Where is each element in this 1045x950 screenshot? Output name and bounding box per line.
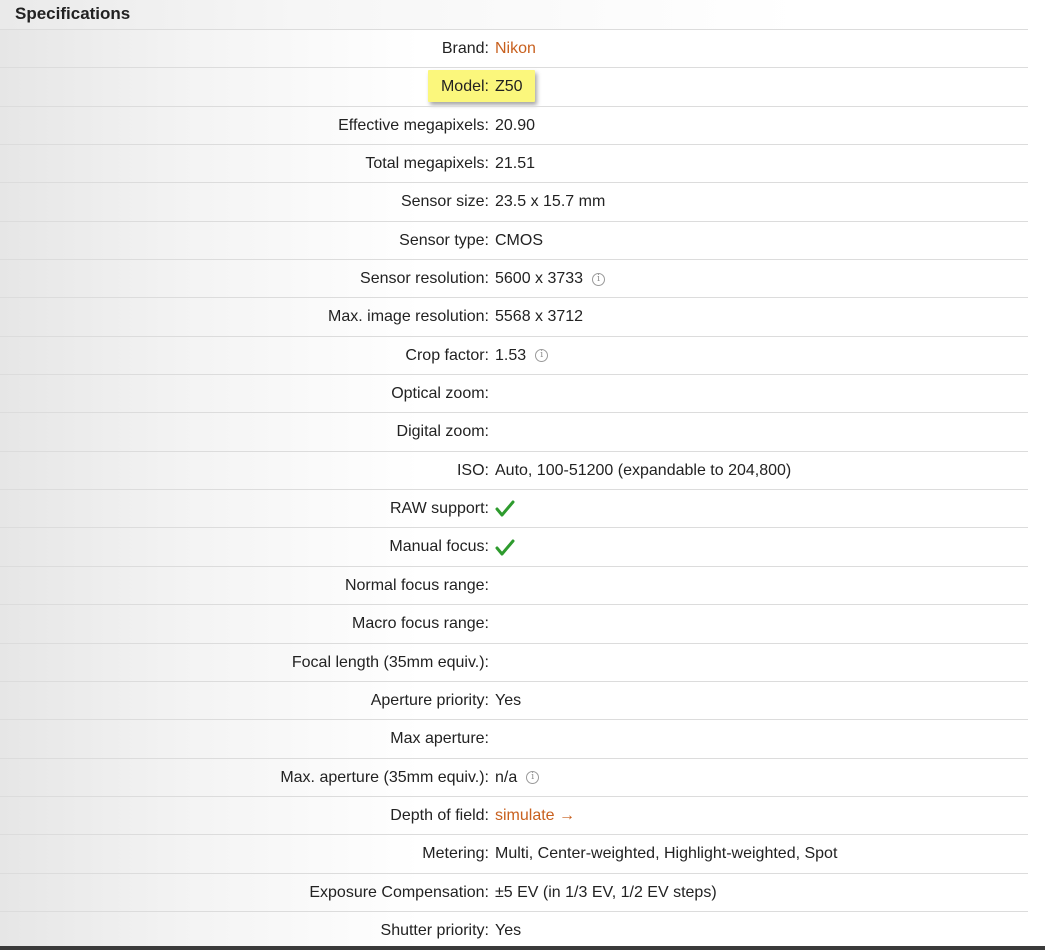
spec-row: Normal focus range: <box>0 567 1028 606</box>
info-icon[interactable]: i <box>526 771 540 785</box>
section-header: Specifications <box>0 0 1028 30</box>
spec-value-cell: n/a i <box>495 759 540 797</box>
spec-value: Yes <box>495 921 522 939</box>
spec-row: Aperture priority: Yes <box>0 682 1028 721</box>
spec-value: CMOS <box>495 231 543 249</box>
spec-label: Max. image resolution: <box>328 308 489 326</box>
spec-value-cell: 5600 x 3733 i <box>495 260 606 298</box>
spec-page: Specifications Brand: Nikon Model: Z50 Effec… <box>0 0 1045 950</box>
spec-label: Macro focus range: <box>352 615 489 633</box>
spec-table: Brand: Nikon Model: Z50 Effective megapixels… <box>0 30 1028 950</box>
spec-label: Aperture priority: <box>370 691 489 709</box>
spec-value: 5600 x 3733 <box>495 270 584 288</box>
spec-value-cell: 23.5 x 15.7 mm <box>495 183 605 221</box>
spec-value-cell: 21.51 <box>495 145 535 183</box>
info-icon[interactable]: i <box>535 349 549 363</box>
bottom-border <box>0 946 1045 950</box>
spec-value-cell <box>495 528 515 566</box>
spec-value: 20.90 <box>495 116 536 134</box>
spec-value-cell: Multi, Center-weighted, Highlight-weight… <box>495 835 837 873</box>
spec-value: 5568 x 3712 <box>495 308 584 326</box>
spec-label: Max. aperture (35mm equiv.): <box>280 768 489 786</box>
spec-row: Manual focus: <box>0 528 1028 567</box>
spec-value: ±5 EV (in 1/3 EV, 1/2 EV steps) <box>495 883 717 901</box>
section-title: Specifications <box>15 4 131 23</box>
spec-value: 1.53 <box>495 346 527 364</box>
spec-label: RAW support: <box>390 500 489 518</box>
spec-value-cell: 1.53 i <box>495 337 549 375</box>
spec-label: Sensor size: <box>400 193 489 211</box>
spec-value-cell <box>495 490 515 528</box>
spec-value: Yes <box>495 691 522 709</box>
spec-row: Brand: Nikon <box>0 30 1028 69</box>
spec-value-link[interactable]: simulate → <box>495 797 575 835</box>
spec-value-cell: ±5 EV (in 1/3 EV, 1/2 EV steps) <box>495 874 717 912</box>
spec-value: Auto, 100-51200 (expandable to 204,800) <box>495 461 792 479</box>
spec-label: Brand: <box>441 40 489 57</box>
spec-row: Crop factor: 1.53 i <box>0 337 1028 376</box>
spec-row: RAW support: <box>0 490 1028 529</box>
spec-row: Metering: Multi, Center-weighted, Highlig… <box>0 835 1028 874</box>
spec-label: Effective megapixels: <box>338 116 489 134</box>
spec-row: Max aperture: <box>0 720 1028 759</box>
spec-row: Sensor size: 23.5 x 15.7 mm <box>0 183 1028 222</box>
spec-row: Digital zoom: <box>0 413 1028 452</box>
spec-label: Metering: <box>422 845 489 863</box>
spec-row: Shutter priority: Yes <box>0 912 1028 950</box>
spec-label: Optical zoom: <box>391 385 489 403</box>
spec-row: Optical zoom: <box>0 375 1028 414</box>
spec-value: 21.51 <box>495 155 536 173</box>
spec-value-link[interactable]: Nikon <box>495 30 536 68</box>
spec-label: Focal length (35mm equiv.): <box>291 653 489 671</box>
spec-value-cell: 20.90 <box>495 107 535 145</box>
spec-row: Depth of field: simulate → <box>0 797 1028 836</box>
spec-label: Crop factor: <box>405 346 489 364</box>
spec-label: Sensor resolution: <box>360 270 489 288</box>
spec-value-cell: Z50 <box>495 68 523 106</box>
spec-value: 23.5 x 15.7 mm <box>495 193 606 211</box>
spec-row: Macro focus range: <box>0 605 1028 644</box>
spec-label: Digital zoom: <box>396 423 489 441</box>
spec-value-cell: Yes <box>495 912 521 950</box>
spec-value-cell: Nikon <box>495 30 536 68</box>
spec-value-cell: Auto, 100-51200 (expandable to 204,800) <box>495 452 791 490</box>
spec-row: Sensor type: CMOS <box>0 222 1028 261</box>
spec-row: Max. image resolution: 5568 x 3712 <box>0 298 1028 337</box>
spec-row: Focal length (35mm equiv.): <box>0 644 1028 682</box>
spec-label: Total megapixels: <box>365 155 489 173</box>
spec-label: Manual focus: <box>389 538 489 556</box>
spec-value: Z50 <box>495 78 523 96</box>
spec-row: Model: Z50 <box>0 68 1028 107</box>
spec-row: Max. aperture (35mm equiv.): n/a i <box>0 759 1028 797</box>
spec-label: Depth of field: <box>390 806 489 824</box>
spec-value-cell: simulate → <box>495 797 575 835</box>
spec-label: Exposure Compensation: <box>309 883 489 901</box>
spec-row: Effective megapixels: 20.90 <box>0 107 1028 146</box>
spec-row: Total megapixels: 21.51 <box>0 145 1028 184</box>
check-icon <box>495 539 515 556</box>
spec-value-cell: Yes <box>495 682 521 720</box>
spec-value: n/a <box>495 768 518 786</box>
info-icon[interactable]: i <box>592 272 606 286</box>
spec-row: Exposure Compensation: ±5 EV (in 1/3 EV, … <box>0 874 1028 912</box>
spec-value-cell: CMOS <box>495 222 543 260</box>
spec-label: Model: <box>440 78 489 96</box>
spec-label: ISO: <box>456 461 489 479</box>
spec-value-cell: 5568 x 3712 <box>495 298 583 336</box>
spec-label: Max aperture: <box>390 730 489 748</box>
spec-row: ISO: Auto, 100-51200 (expandable to 204,8… <box>0 452 1028 491</box>
spec-value: Multi, Center-weighted, Highlight-weight… <box>495 845 838 863</box>
spec-label: Normal focus range: <box>344 576 489 594</box>
spec-row: Sensor resolution: 5600 x 3733 i <box>0 260 1028 299</box>
spec-label: Shutter priority: <box>380 921 489 939</box>
check-icon <box>495 500 515 517</box>
spec-label: Sensor type: <box>399 231 489 249</box>
